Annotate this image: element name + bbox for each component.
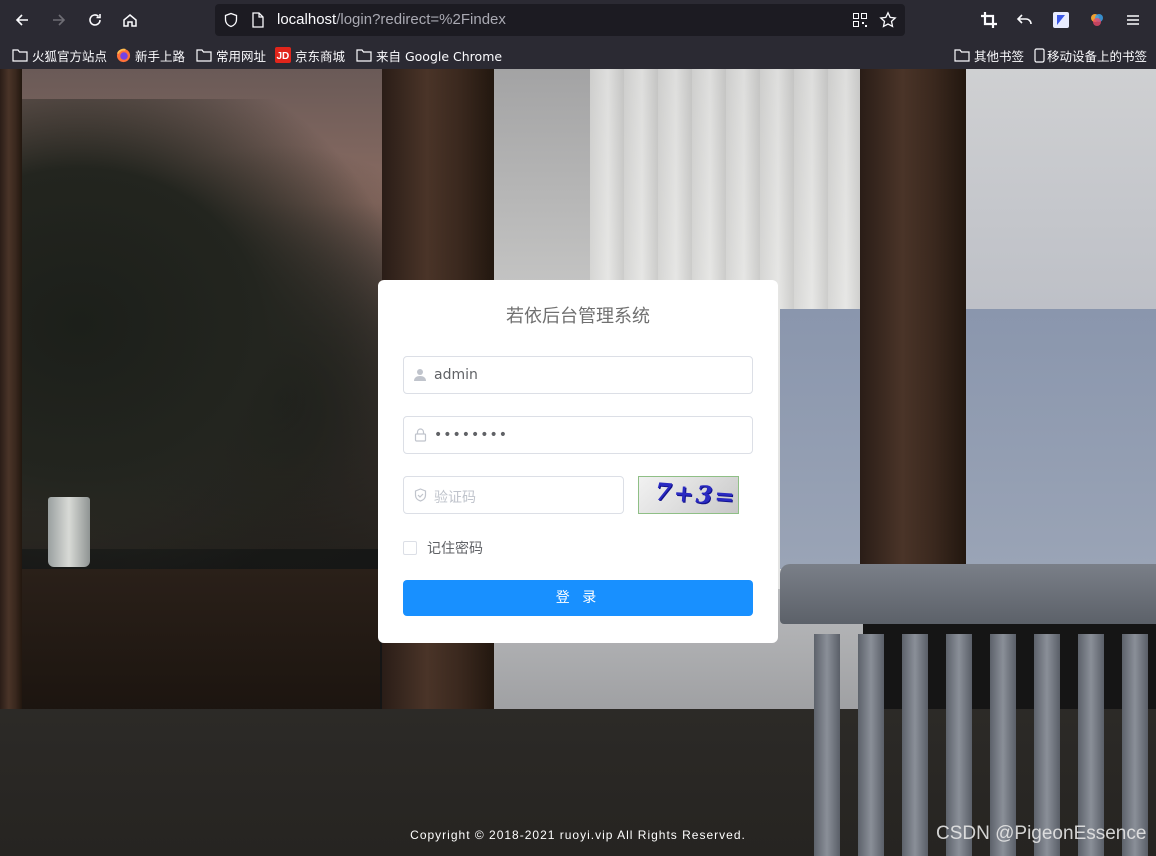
jd-icon: JD	[275, 47, 291, 63]
address-bar[interactable]: localhost/login?redirect=%2Findex	[215, 4, 905, 36]
folder-icon	[356, 48, 372, 62]
user-icon	[412, 367, 428, 383]
login-button[interactable]: 登 录	[403, 580, 753, 616]
bookmark-getting-started[interactable]: 新手上路	[116, 46, 185, 64]
bookmark-label: 京东商城	[295, 48, 346, 64]
back-arrow-icon	[15, 14, 28, 26]
bookmark-label: 其他书签	[974, 48, 1025, 64]
extension-icon	[1053, 12, 1069, 28]
folder-icon	[954, 48, 970, 62]
page-info-icon[interactable]	[251, 12, 265, 28]
username-field[interactable]: admin	[403, 356, 753, 394]
bookmark-star-icon[interactable]	[879, 11, 897, 29]
bookmark-label: 火狐官方站点	[32, 48, 108, 64]
captcha-image[interactable]: 7+3=?	[638, 476, 739, 514]
forward-button[interactable]	[48, 9, 70, 31]
firefox-icon	[116, 48, 131, 63]
remember-label: 记住密码	[427, 541, 483, 557]
reload-button[interactable]	[84, 9, 106, 31]
bookmark-label: 移动设备上的书签	[1047, 48, 1148, 64]
bookmarks-bar: 火狐官方站点 新手上路 常用网址 JD 京东商城 来自 Google Chrom…	[0, 40, 1156, 70]
bookmark-common-sites[interactable]: 常用网址	[196, 46, 266, 64]
undo-icon	[1016, 14, 1032, 25]
crop-icon	[981, 12, 997, 28]
url-path: /login?redirect=%2Findex	[336, 11, 506, 28]
bookmark-other[interactable]: 其他书签	[954, 46, 1024, 64]
watermark-text: CSDN @PigeonEssence	[936, 823, 1147, 844]
forward-arrow-icon	[53, 14, 66, 26]
login-title: 若依后台管理系统	[506, 306, 650, 327]
bookmark-mobile[interactable]: 移动设备上的书签	[1034, 46, 1147, 64]
home-button[interactable]	[119, 9, 141, 31]
color-wheel-icon	[1091, 14, 1103, 26]
folder-icon	[12, 48, 28, 62]
captcha-placeholder: 验证码	[434, 490, 476, 506]
reload-icon	[89, 14, 101, 26]
shield-check-icon	[412, 487, 428, 503]
login-form: 若依后台管理系统 admin •••••••• 验证码 7+3=? 记住密码 登…	[378, 280, 778, 643]
captcha-image-text: 7+3=?	[654, 476, 739, 513]
back-button[interactable]	[11, 9, 33, 31]
folder-icon	[196, 48, 212, 62]
home-icon	[123, 14, 137, 27]
browser-toolbar: localhost/login?redirect=%2Findex	[0, 0, 1156, 40]
bookmark-firefox-site[interactable]: 火狐官方站点	[12, 46, 107, 64]
remember-password[interactable]: 记住密码	[403, 538, 483, 558]
bookmark-label: 常用网址	[216, 48, 267, 64]
color-extension-button[interactable]	[1086, 9, 1108, 31]
username-value: admin	[434, 367, 478, 383]
screenshot-button[interactable]	[978, 9, 1000, 31]
hamburger-menu-icon	[1127, 15, 1139, 25]
bookmark-jd-mall[interactable]: JD 京东商城	[275, 46, 345, 64]
svg-text:JD: JD	[277, 51, 290, 62]
url-text[interactable]: localhost/login?redirect=%2Findex	[277, 11, 506, 28]
captcha-field[interactable]: 验证码	[403, 476, 624, 514]
password-value: ••••••••	[434, 427, 509, 443]
lock-icon	[412, 427, 428, 443]
menu-button[interactable]	[1122, 9, 1144, 31]
remember-checkbox[interactable]	[403, 541, 417, 555]
bookmark-from-chrome[interactable]: 来自 Google Chrome	[356, 46, 502, 64]
login-page: 若依后台管理系统 admin •••••••• 验证码 7+3=? 记住密码 登…	[0, 69, 1156, 856]
bookmark-label: 来自 Google Chrome	[376, 48, 503, 64]
bookmark-label: 新手上路	[135, 48, 186, 64]
password-field[interactable]: ••••••••	[403, 416, 753, 454]
extension-button[interactable]	[1050, 9, 1072, 31]
shield-icon[interactable]	[223, 12, 239, 28]
qr-code-icon[interactable]	[852, 12, 868, 28]
undo-button[interactable]	[1014, 9, 1036, 31]
url-host: localhost	[277, 11, 337, 28]
mobile-icon	[1034, 47, 1045, 63]
